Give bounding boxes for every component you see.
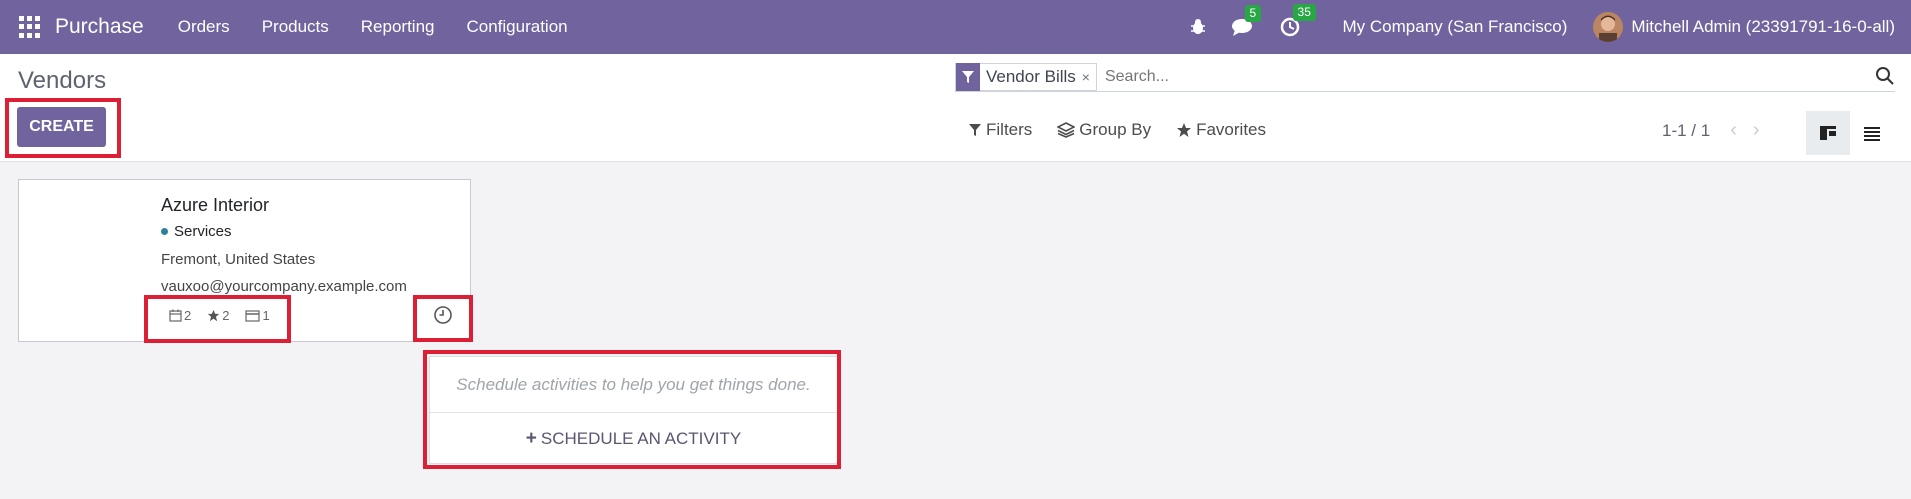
calendar-icon <box>169 309 182 322</box>
app-name[interactable]: Purchase <box>55 15 144 39</box>
favorites-count: 2 <box>222 308 230 323</box>
list-view-icon[interactable] <box>1850 111 1894 155</box>
search-bar: Vendor Bills × <box>955 62 1895 92</box>
debug-bug-icon[interactable] <box>1189 18 1207 36</box>
plus-icon: + <box>525 428 537 449</box>
search-input[interactable] <box>1104 67 1805 86</box>
search-options: Filters Group By Favorites <box>968 120 1291 140</box>
vendor-address: Fremont, United States <box>161 251 316 268</box>
vendor-card[interactable]: Azure Interior Services Fremont, United … <box>18 179 471 342</box>
activities-clock-icon[interactable]: 35 <box>1279 4 1316 38</box>
apps-menu-icon[interactable] <box>19 16 41 38</box>
favorites-stat[interactable]: 2 <box>207 308 229 323</box>
groupby-label: Group By <box>1079 120 1152 139</box>
favorites-button[interactable]: Favorites <box>1176 120 1266 140</box>
menu-reporting[interactable]: Reporting <box>361 17 435 37</box>
pager: 1-1 / 1 ‹ › <box>1662 119 1760 142</box>
page-title: Vendors <box>18 67 107 94</box>
menu-products[interactable]: Products <box>262 17 329 37</box>
company-switcher[interactable]: My Company (San Francisco) <box>1343 17 1568 37</box>
funnel-icon <box>969 124 981 136</box>
search-facet: Vendor Bills × <box>955 62 1097 91</box>
bills-stat[interactable]: 1 <box>245 308 270 323</box>
tag-label: Services <box>174 223 232 240</box>
credit-card-icon <box>245 309 261 322</box>
activity-clock-icon[interactable] <box>433 305 453 330</box>
facet-remove-icon[interactable]: × <box>1082 69 1096 85</box>
schedule-activity-button[interactable]: + SCHEDULE AN ACTIVITY <box>430 414 837 464</box>
filters-button[interactable]: Filters <box>968 120 1032 140</box>
menu-orders[interactable]: Orders <box>178 17 230 37</box>
activity-popover: Schedule activities to help you get thin… <box>429 356 838 464</box>
top-navbar: Purchase Orders Products Reporting Confi… <box>0 0 1911 54</box>
menu-configuration[interactable]: Configuration <box>467 17 568 37</box>
user-menu[interactable]: Mitchell Admin (23391791-16-0-all) <box>1631 17 1895 37</box>
user-avatar[interactable] <box>1593 12 1624 42</box>
create-button[interactable]: CREATE <box>17 107 106 147</box>
filters-label: Filters <box>986 120 1033 139</box>
facet-label: Vendor Bills <box>986 66 1076 86</box>
activity-hint: Schedule activities to help you get thin… <box>430 357 837 413</box>
kanban-view-icon[interactable] <box>1806 111 1850 155</box>
chevron-left-icon[interactable]: ‹ <box>1730 119 1737 142</box>
bills-count: 1 <box>262 308 270 323</box>
star-icon <box>1177 123 1192 137</box>
activities-badge: 35 <box>1292 4 1316 21</box>
messages-icon[interactable]: 5 <box>1231 5 1262 37</box>
tag-color-dot <box>161 228 168 235</box>
filter-icon <box>956 62 980 91</box>
groupby-button[interactable]: Group By <box>1057 120 1151 140</box>
vendor-email: vauxoo@yourcompany.example.com <box>161 278 407 295</box>
messages-badge: 5 <box>1244 5 1262 22</box>
chevron-right-icon[interactable]: › <box>1753 119 1760 142</box>
view-switcher <box>1806 111 1894 155</box>
favorites-label: Favorites <box>1196 120 1267 139</box>
vendor-name: Azure Interior <box>161 195 270 215</box>
schedule-activity-label: SCHEDULE AN ACTIVITY <box>540 429 742 448</box>
vendor-tag: Services <box>161 223 232 240</box>
vendor-stats: 2 2 1 <box>169 308 286 323</box>
star-icon <box>208 309 220 322</box>
pager-value[interactable]: 1-1 / 1 <box>1662 121 1710 141</box>
search-icon[interactable] <box>1875 66 1895 91</box>
control-panel: Vendors CREATE Vendor Bills × Filters Gr… <box>0 54 1911 162</box>
meetings-stat[interactable]: 2 <box>169 308 191 323</box>
layers-icon <box>1057 122 1076 138</box>
meetings-count: 2 <box>184 308 192 323</box>
